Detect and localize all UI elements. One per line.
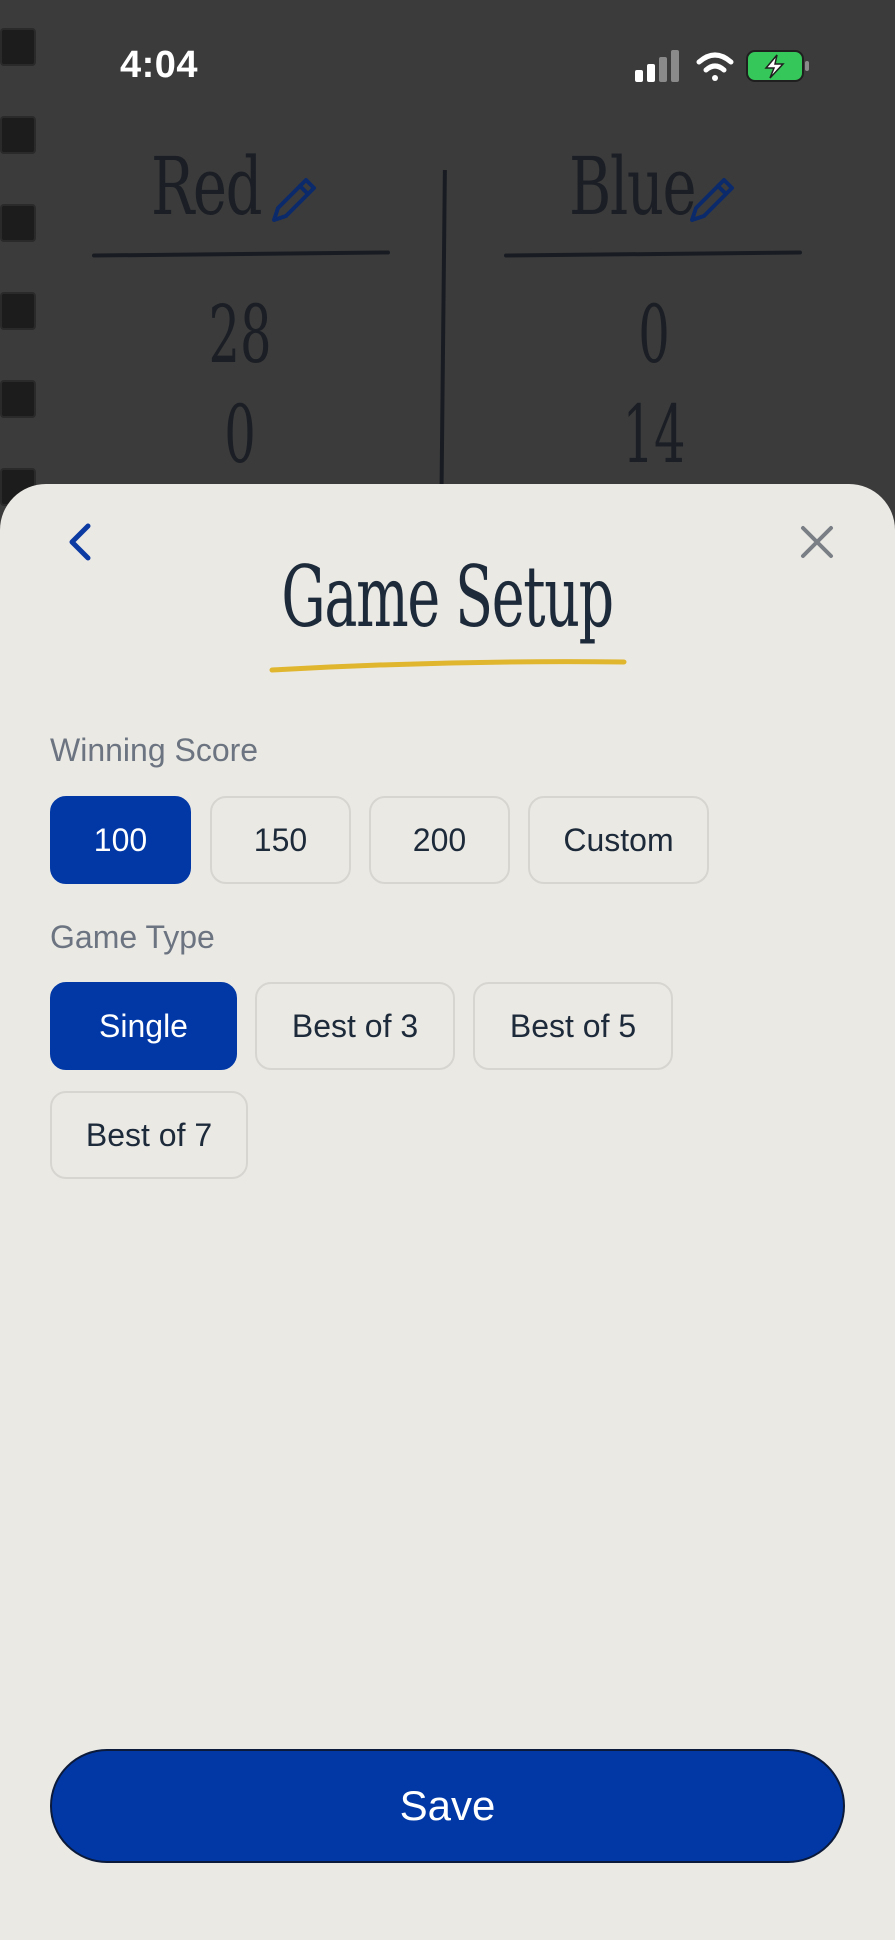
winning-score-option-100[interactable]: 100 bbox=[50, 796, 191, 884]
pencil-icon[interactable] bbox=[684, 174, 738, 228]
notebook-spiral bbox=[0, 28, 36, 508]
status-time: 4:04 bbox=[120, 44, 199, 86]
team-name-blue: Blue bbox=[569, 140, 697, 233]
team-name-red: Red bbox=[151, 140, 262, 233]
game-type-option-best-of-3[interactable]: Best of 3 bbox=[255, 982, 455, 1070]
winning-score-option-custom[interactable]: Custom bbox=[528, 796, 709, 884]
title-container: Game Setup bbox=[0, 548, 895, 646]
score-blue-1: 0 bbox=[638, 288, 670, 381]
signal-icon bbox=[635, 50, 679, 82]
game-type-option-best-of-5[interactable]: Best of 5 bbox=[473, 982, 673, 1070]
title-underline bbox=[269, 659, 627, 673]
game-type-label: Game Type bbox=[50, 919, 215, 955]
score-red-1: 28 bbox=[208, 288, 272, 381]
winning-score-option-200[interactable]: 200 bbox=[369, 796, 510, 884]
save-button[interactable]: Save bbox=[50, 1749, 845, 1863]
status-icons bbox=[635, 48, 825, 93]
red-underline bbox=[91, 250, 391, 258]
battery-charging-icon bbox=[746, 50, 809, 82]
blue-underline bbox=[503, 250, 803, 258]
score-blue-2: 14 bbox=[622, 388, 686, 481]
wifi-icon bbox=[696, 52, 734, 81]
score-red-2: 0 bbox=[224, 388, 256, 481]
game-type-option-best-of-7[interactable]: Best of 7 bbox=[50, 1091, 248, 1179]
scoreboard-background: 4:04 Red 28 0 Blue 0 14 bbox=[0, 0, 895, 531]
winning-score-label: Winning Score bbox=[50, 732, 259, 768]
game-setup-sheet bbox=[0, 484, 895, 1940]
pencil-icon[interactable] bbox=[266, 174, 320, 228]
winning-score-option-150[interactable]: 150 bbox=[210, 796, 351, 884]
column-divider bbox=[439, 169, 447, 531]
game-type-option-single[interactable]: Single bbox=[50, 982, 237, 1070]
page-title: Game Setup bbox=[281, 548, 615, 646]
